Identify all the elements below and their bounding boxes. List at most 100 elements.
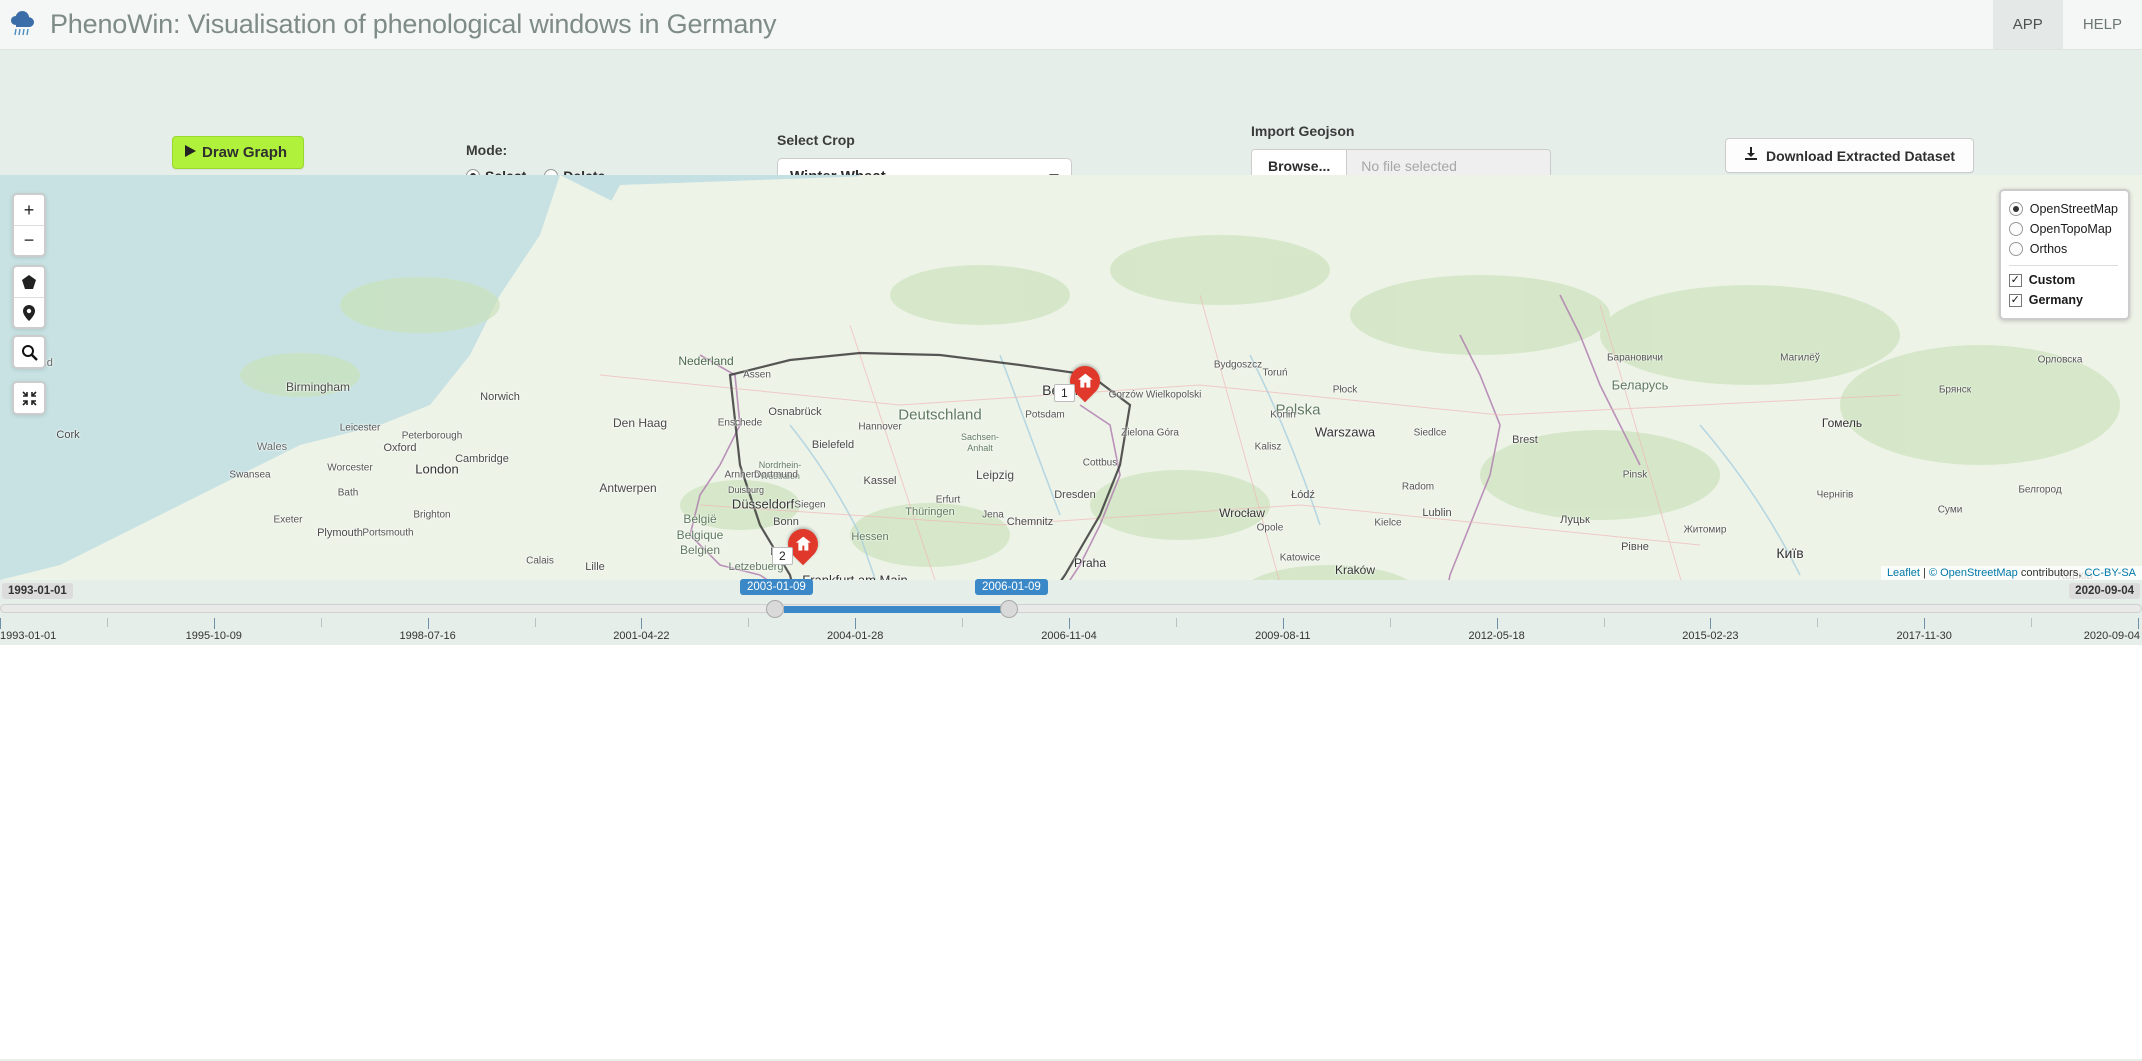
draw-control[interactable]: [12, 265, 46, 329]
map-label: Барановичи: [1606, 352, 1664, 364]
map-label: Белгород: [2018, 484, 2062, 496]
map-marker[interactable]: 1: [1054, 359, 1107, 403]
zoom-control[interactable]: + −: [12, 193, 46, 257]
radio-opentopomap-indicator: [2008, 222, 2023, 236]
map-label: London: [415, 461, 459, 477]
slider-range-fill: [784, 606, 1014, 613]
map-label: Kassel: [863, 475, 897, 487]
search-icon[interactable]: [14, 337, 44, 367]
layer-germany[interactable]: ✓ Germany: [2008, 290, 2118, 310]
map-label: Bydgoszcz: [1213, 359, 1263, 371]
cloud-rain-icon: [8, 8, 42, 42]
slider-track[interactable]: [0, 604, 2142, 613]
map-label: Radom: [1401, 481, 1435, 493]
slider-end-label: 2020-09-04: [2069, 583, 2140, 599]
map-label: Frankfurt am Main: [802, 572, 908, 581]
map-label: Lille: [585, 561, 605, 573]
map-label: Praha: [1073, 556, 1107, 570]
slider-tick-label: 2004-01-28: [827, 630, 884, 642]
map-label: Bielefeld: [811, 439, 855, 451]
leaflet-map[interactable]: IrelandBirminghamNorwichNederlandAssenCo…: [0, 175, 2142, 580]
download-extracted-dataset-button[interactable]: Download Extracted Dataset: [1725, 138, 1975, 173]
slider-tick: [1710, 618, 1711, 629]
slider-tick-label: 2009-08-11: [1255, 630, 1311, 642]
slider-handle-start[interactable]: [766, 600, 784, 618]
layer-opentopomap[interactable]: OpenTopoMap: [2008, 219, 2118, 239]
draw-graph-label: Draw Graph: [202, 144, 288, 161]
nav-item-app[interactable]: APP: [1992, 0, 2063, 49]
marker-label: 1: [1054, 384, 1075, 402]
zoom-in-button[interactable]: +: [14, 195, 44, 225]
map-label: Nederland: [678, 354, 734, 368]
map-label: Exeter: [273, 514, 303, 526]
map-label: Osnabrück: [768, 406, 822, 418]
fullscreen-control[interactable]: [12, 381, 46, 415]
map-label: Kalisz: [1254, 441, 1282, 453]
map-label: Беларусь: [1611, 377, 1669, 393]
map-label: Wrocław: [1219, 506, 1265, 520]
nav-item-help[interactable]: HELP: [2063, 0, 2142, 49]
map-label: Jena: [982, 509, 1004, 521]
map-pin-icon[interactable]: [14, 297, 44, 327]
map-label: Portsmouth: [362, 527, 414, 539]
map-label: Warszawa: [1314, 424, 1376, 440]
map-label: Brighton: [413, 509, 451, 521]
layer-germany-label: Germany: [2028, 293, 2083, 307]
layer-custom[interactable]: ✓ Custom: [2008, 270, 2118, 290]
map-label: Луцьк: [1560, 514, 1590, 526]
map-label: Katowice: [1279, 552, 1321, 564]
map-label: Oxford: [383, 442, 417, 454]
shrink-icon[interactable]: [14, 383, 44, 413]
zoom-out-button[interactable]: −: [14, 225, 44, 255]
radio-openstreetmap-indicator: [2008, 202, 2023, 216]
map-label: Łódź: [1291, 489, 1315, 501]
layer-openstreetmap[interactable]: OpenStreetMap: [2008, 199, 2118, 219]
slider-tick: [535, 618, 536, 627]
license-link[interactable]: CC-BY-SA: [2084, 567, 2136, 579]
slider-tick: [1497, 618, 1498, 629]
map-label: Gorzów Wielkopolski: [1108, 389, 1202, 401]
layer-opentopomap-label: OpenTopoMap: [2029, 222, 2112, 236]
map-marker[interactable]: 2: [772, 522, 825, 566]
map-label: Lublin: [1422, 507, 1452, 519]
time-slider[interactable]: 1993-01-01 2020-09-04 2003-01-09 2006-01…: [0, 579, 2142, 645]
map-label: Орловска: [2037, 354, 2083, 366]
slider-tick: [641, 618, 642, 629]
navbar: PhenoWin: Visualisation of phenological …: [0, 0, 2142, 50]
map-label: Cottbus: [1082, 457, 1118, 469]
pentagon-icon[interactable]: [14, 267, 44, 297]
slider-tick: [1069, 618, 1070, 629]
osm-link[interactable]: © OpenStreetMap: [1929, 567, 2018, 579]
map-label: Belgien: [679, 543, 721, 557]
slider-tick: [1924, 618, 1925, 629]
map-label: Cambridge: [455, 453, 509, 465]
play-icon: [185, 144, 196, 161]
map-label: Sachsen-: [960, 432, 1000, 442]
layer-custom-label: Custom: [2028, 273, 2076, 287]
draw-graph-button[interactable]: Draw Graph: [172, 136, 305, 169]
layers-control[interactable]: OpenStreetMap OpenTopoMap Orthos ✓ Custo…: [1998, 189, 2130, 320]
map-label: Potsdam: [1025, 409, 1065, 421]
search-control[interactable]: [12, 335, 46, 369]
map-label: Leicester: [339, 422, 381, 434]
download-extracted-dataset-label: Download Extracted Dataset: [1766, 147, 1956, 164]
map-label: Leipzig: [975, 468, 1015, 482]
map-label: Norwich: [480, 391, 520, 403]
slider-handle-end[interactable]: [1000, 600, 1018, 618]
slider-tick-label: 2015-02-23: [1682, 630, 1739, 642]
map-label: Birmingham: [285, 380, 351, 394]
slider-tick: [855, 618, 856, 629]
map-label: Plymouth: [317, 527, 363, 539]
map-label: Dortmund: [754, 469, 798, 481]
map-label: Calais: [526, 555, 554, 567]
page-title: PhenoWin: Visualisation of phenological …: [50, 9, 777, 39]
slider-tick-label: 1993-01-01: [0, 630, 57, 642]
map-label: Worcester: [327, 462, 373, 474]
phenology-chart: 02 déc. 200223 déc. 200213 janv. 200303 …: [0, 645, 2142, 1059]
slider-tick: [214, 618, 215, 629]
map-label: Belgique: [676, 528, 724, 542]
map-label: Chemnitz: [1006, 516, 1054, 528]
map-label: Siegen: [794, 499, 826, 511]
leaflet-link[interactable]: Leaflet: [1887, 567, 1920, 579]
layer-orthos[interactable]: Orthos: [2008, 239, 2118, 259]
